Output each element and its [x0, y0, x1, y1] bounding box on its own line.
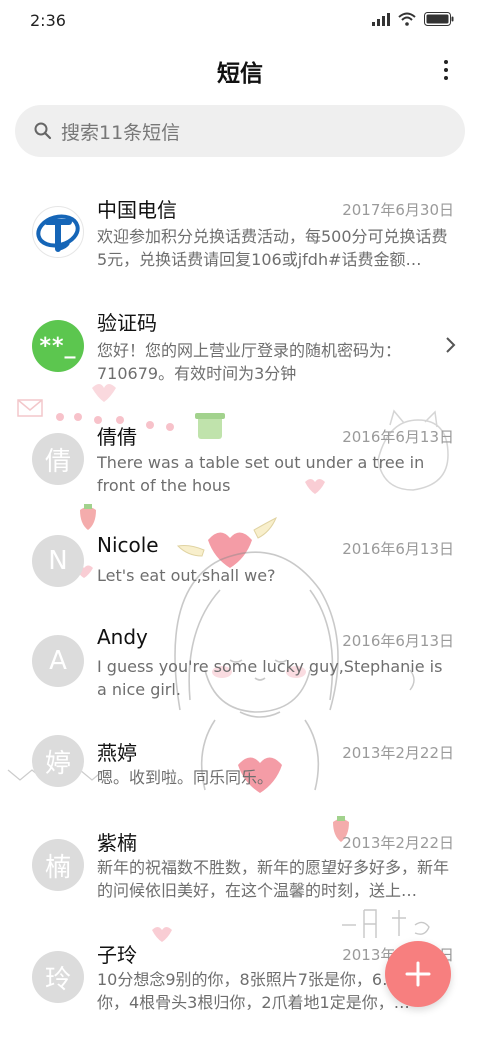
conversation-preview: There was a table set out under a tree i… — [97, 453, 425, 495]
conversation-preview: 欢迎参加积分兑换话费活动，每500分可兑换话费5元，兑换话费请回复106或jfd… — [97, 227, 448, 269]
conversation-preview: 嗯。收到啦。同乐同乐。 — [97, 768, 274, 787]
avatar: 倩 — [32, 433, 84, 485]
more-dot — [444, 68, 448, 72]
conversation-item-nicole[interactable]: N Nicole 2016年6月13日 Let's eat out,shall … — [0, 520, 480, 620]
conversation-preview: I guess you're some lucky guy,Stephanie … — [97, 657, 443, 699]
new-message-button[interactable] — [385, 941, 451, 1007]
conversation-item-qianqian[interactable]: 倩 倩倩 2016年6月13日 There was a table set ou… — [0, 405, 480, 505]
more-options-button[interactable] — [432, 54, 460, 86]
conversation-preview: Let's eat out,shall we? — [97, 566, 276, 585]
conversation-name: 中国电信 — [97, 198, 177, 222]
conversation-name: 燕婷 — [97, 741, 137, 765]
conversation-date: 2017年6月30日 — [342, 201, 454, 219]
conversation-item-andy[interactable]: A Andy 2016年6月13日 I guess you're some lu… — [0, 620, 480, 720]
avatar — [32, 206, 84, 258]
conversation-name: Andy — [97, 625, 148, 649]
avatar: 婷 — [32, 735, 84, 787]
conversation-date: 2013年2月22日 — [342, 834, 454, 852]
search-placeholder: 搜索11条短信 — [61, 122, 181, 144]
conversation-name: Nicole — [97, 533, 159, 557]
conversation-name: 倩倩 — [97, 425, 137, 449]
avatar: **_ — [32, 320, 84, 372]
search-input[interactable]: 搜索11条短信 — [15, 105, 465, 157]
more-dot — [444, 76, 448, 80]
wifi-icon — [398, 12, 416, 26]
plus-icon — [405, 961, 431, 987]
conversation-preview: 您好！您的网上营业厅登录的随机密码为：710679。有效时间为3分钟 — [97, 341, 402, 383]
search-icon — [34, 122, 52, 140]
avatar: 楠 — [32, 839, 84, 891]
chevron-right-icon — [446, 337, 456, 353]
conversation-item-verification-code[interactable]: **_ 验证码 您好！您的网上营业厅登录的随机密码为：710679。有效时间为3… — [0, 290, 480, 390]
status-bar: 2:36 — [0, 0, 480, 40]
avatar: N — [32, 535, 84, 587]
conversation-date: 2016年6月13日 — [342, 540, 454, 558]
conversation-name: 子玲 — [97, 943, 137, 967]
conversation-date: 2013年2月22日 — [342, 744, 454, 762]
page-title: 短信 — [217, 61, 263, 87]
conversation-name: 验证码 — [97, 311, 157, 335]
signal-icon — [372, 12, 390, 26]
conversation-item-yanting[interactable]: 婷 燕婷 2013年2月22日 嗯。收到啦。同乐同乐。 — [0, 730, 480, 830]
avatar: A — [32, 635, 84, 687]
conversation-name: 紫楠 — [97, 831, 137, 855]
battery-icon — [424, 12, 454, 26]
conversation-date: 2016年6月13日 — [342, 632, 454, 650]
conversation-item-china-telecom[interactable]: 中国电信 2017年6月30日 欢迎参加积分兑换话费活动，每500分可兑换话费5… — [0, 175, 480, 275]
conversation-item-zinan[interactable]: 楠 紫楠 2013年2月22日 新年的祝福数不胜数，新年的愿望好多好多，新年的问… — [0, 825, 480, 925]
avatar: 玲 — [32, 951, 84, 1003]
conversation-preview: 新年的祝福数不胜数，新年的愿望好多好多，新年的问候依旧美好，在这个温馨的时刻，送… — [97, 858, 450, 900]
conversation-date: 2016年6月13日 — [342, 428, 454, 446]
app-header: 短信 — [0, 48, 480, 92]
china-telecom-logo-icon — [36, 214, 80, 252]
status-icons — [372, 12, 454, 26]
more-vertical-icon — [444, 60, 448, 64]
status-time: 2:36 — [30, 11, 66, 30]
